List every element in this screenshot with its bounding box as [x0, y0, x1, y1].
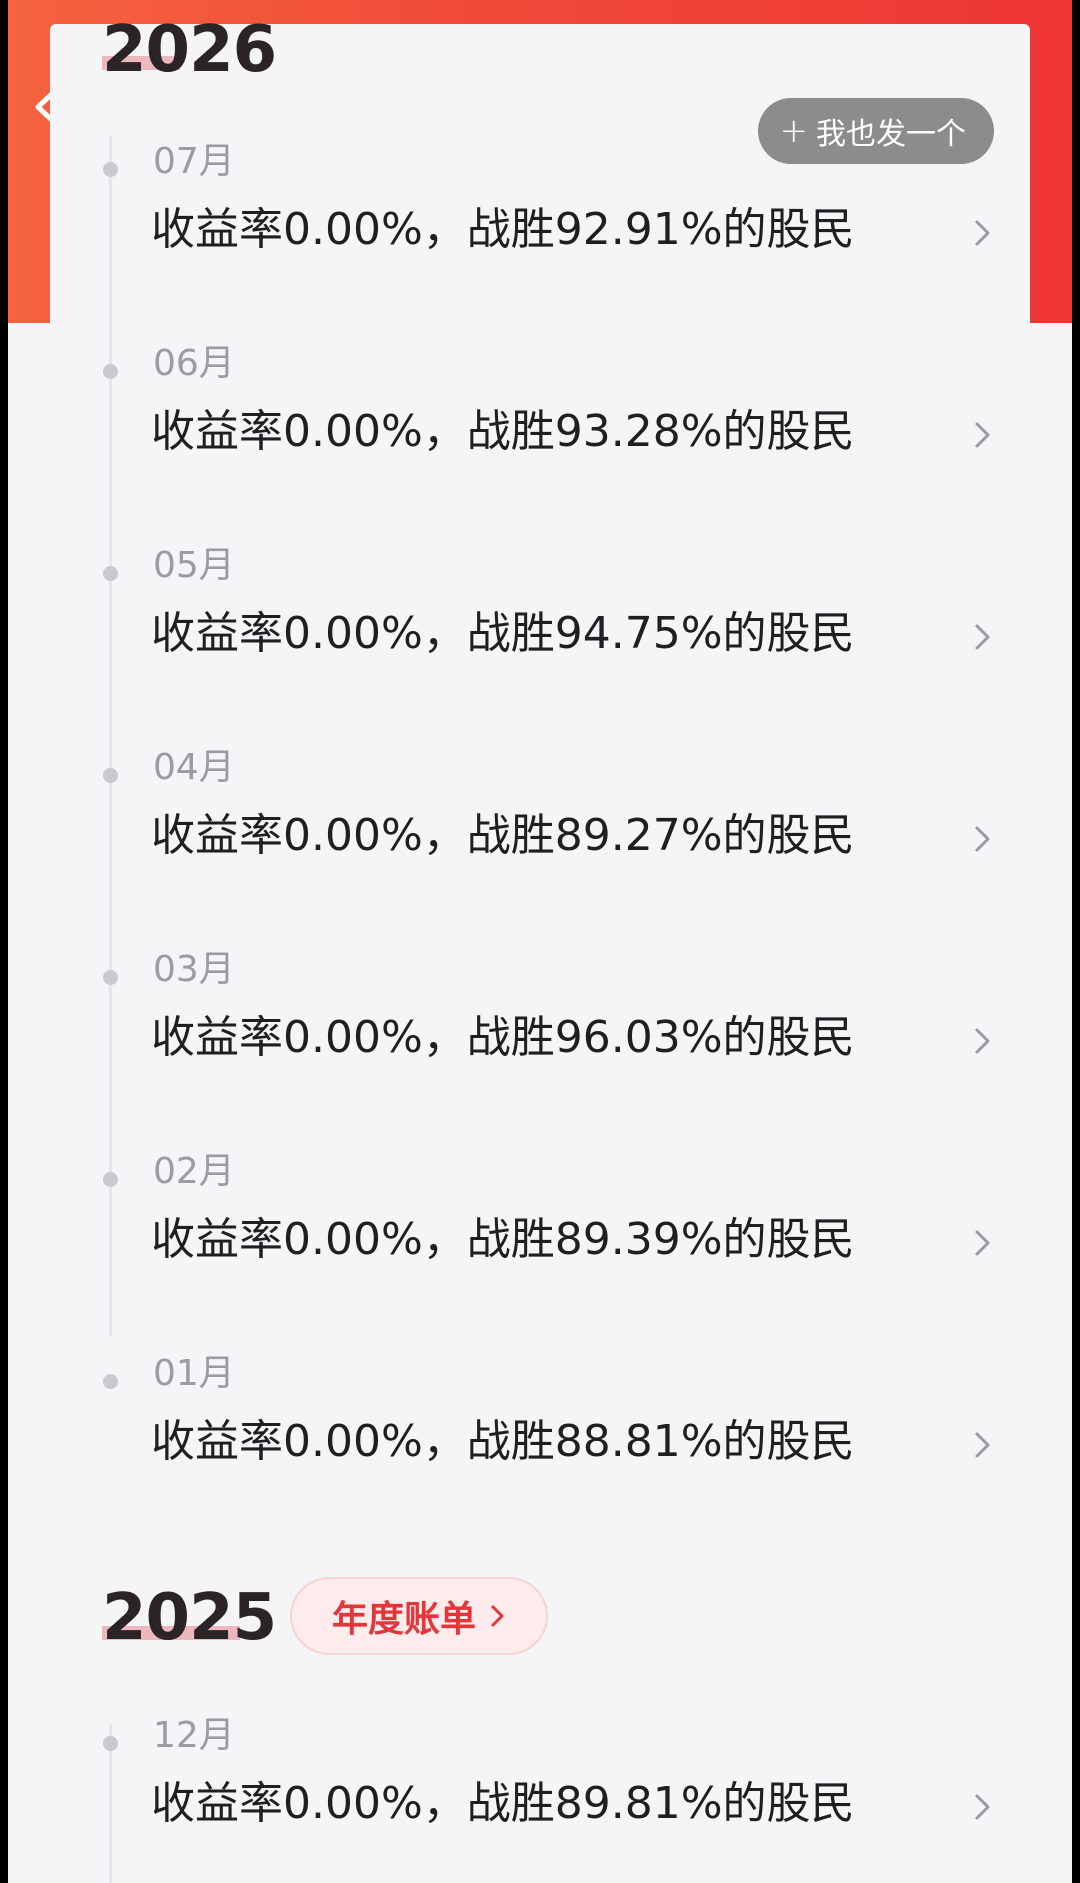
annual-bill-button[interactable]: 年度账单 [290, 1577, 548, 1655]
timeline-dot [103, 162, 118, 177]
month-label: 07月 [153, 141, 235, 182]
return-summary: 收益率0.00%，战胜89.27%的股民 [151, 810, 855, 861]
month-label: 06月 [153, 343, 235, 384]
chevron-right-icon [975, 1230, 990, 1256]
timeline-dot [103, 970, 118, 985]
month-entry[interactable]: 04月 收益率0.00%，战胜89.27%的股民 [50, 750, 1030, 952]
month-entry[interactable]: 07月 收益率0.00%，战胜92.91%的股民 [50, 144, 1030, 346]
month-label: 04月 [153, 747, 235, 788]
timeline-dot [103, 1374, 118, 1389]
post-button[interactable]: + 我也发一个 [757, 98, 994, 164]
annual-bill-label: 年度账单 [331, 1599, 476, 1640]
month-label: 02月 [153, 1151, 235, 1192]
month-entry[interactable]: 02月 收益率0.00%，战胜89.39%的股民 [50, 1154, 1030, 1356]
history-card: + 我也发一个 2026 07月 收益率0.00%，战胜92.91%的股民 06… [50, 18, 1030, 1883]
year-heading-2026: 2026 [102, 13, 277, 87]
chevron-right-icon [975, 1028, 990, 1054]
return-summary: 收益率0.00%，战胜88.81%的股民 [151, 1416, 855, 1467]
year-heading-2025: 2025 [102, 1581, 277, 1655]
chevron-right-icon [975, 422, 990, 448]
timeline-dot [103, 1736, 118, 1751]
month-label: 01月 [153, 1353, 235, 1394]
timeline-dot [103, 768, 118, 783]
return-summary: 收益率0.00%，战胜96.03%的股民 [151, 1012, 855, 1063]
return-summary: 收益率0.00%，战胜93.28%的股民 [151, 406, 855, 457]
return-summary: 收益率0.00%，战胜92.91%的股民 [151, 204, 855, 255]
chevron-right-icon [491, 1605, 504, 1627]
month-entry[interactable]: 06月 收益率0.00%，战胜93.28%的股民 [50, 346, 1030, 548]
month-entry[interactable]: 12月 收益率0.00%，战胜89.81%的股民 [50, 1718, 1030, 1883]
month-label: 12月 [153, 1715, 235, 1756]
chevron-right-icon [975, 1794, 990, 1820]
month-entry[interactable]: 01月 收益率0.00%，战胜88.81%的股民 [50, 1356, 1030, 1558]
month-entry[interactable]: 05月 收益率0.00%，战胜94.75%的股民 [50, 548, 1030, 750]
chevron-right-icon [975, 1432, 990, 1458]
return-summary: 收益率0.00%，战胜89.81%的股民 [151, 1778, 855, 1829]
app-frame: + 我也发一个 2026 07月 收益率0.00%，战胜92.91%的股民 06… [8, 0, 1072, 1883]
timeline-dot [103, 566, 118, 581]
return-summary: 收益率0.00%，战胜89.39%的股民 [151, 1214, 855, 1265]
month-entry[interactable]: 03月 收益率0.00%，战胜96.03%的股民 [50, 952, 1030, 1154]
timeline-dot [103, 1172, 118, 1187]
chevron-right-icon [975, 826, 990, 852]
chevron-right-icon [975, 624, 990, 650]
return-summary: 收益率0.00%，战胜94.75%的股民 [151, 608, 855, 659]
plus-icon: + [779, 111, 809, 151]
timeline-dot [103, 364, 118, 379]
post-button-label: 我也发一个 [816, 117, 966, 152]
chevron-right-icon [975, 220, 990, 246]
month-label: 05月 [153, 545, 235, 586]
month-label: 03月 [153, 949, 235, 990]
